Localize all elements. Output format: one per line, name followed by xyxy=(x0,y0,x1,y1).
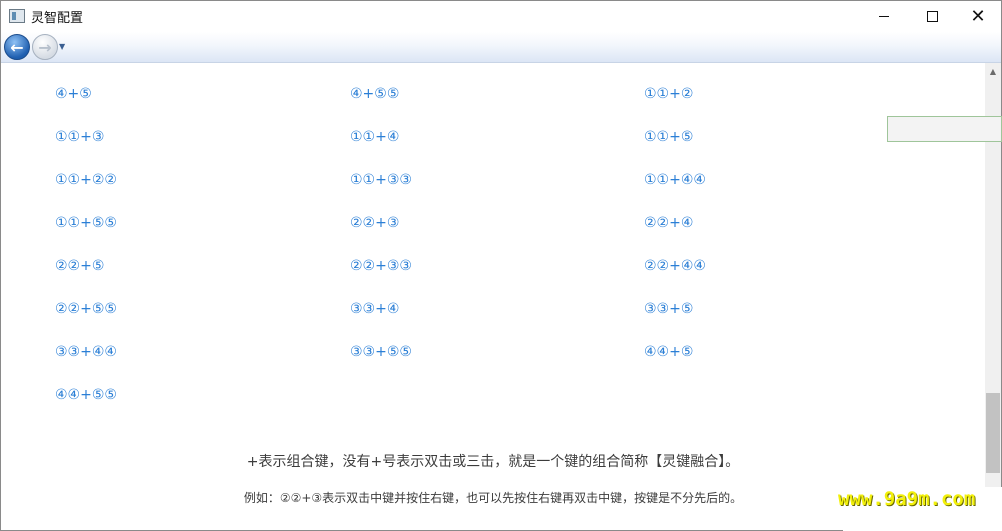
combo-link[interactable]: ①①+⑤⑤ xyxy=(55,215,117,231)
back-button[interactable]: ← xyxy=(4,34,30,60)
history-dropdown-icon[interactable]: ▼ xyxy=(59,42,65,51)
navigation-bar: ← → ▼ xyxy=(1,32,1001,63)
combo-link[interactable]: ②②+④ xyxy=(644,215,693,231)
combo-link[interactable]: ③③+⑤ xyxy=(644,301,693,317)
combo-link[interactable]: ②②+④④ xyxy=(644,258,706,274)
combo-link[interactable]: ④④+⑤⑤ xyxy=(55,387,117,403)
app-icon xyxy=(9,9,25,23)
combo-link[interactable]: ③③+④ xyxy=(350,301,399,317)
window-title: 灵智配置 xyxy=(31,11,84,26)
combo-link[interactable]: ②②+③③ xyxy=(350,258,412,274)
close-icon: ✕ xyxy=(970,5,986,27)
combo-link[interactable]: ④+⑤ xyxy=(55,86,92,102)
maximize-button[interactable] xyxy=(909,1,955,32)
forward-arrow-icon: → xyxy=(38,37,52,57)
combo-link[interactable]: ②②+⑤ xyxy=(55,258,104,274)
minimize-icon xyxy=(879,16,889,17)
combo-link[interactable]: ①①+④ xyxy=(350,129,399,145)
combo-link[interactable]: ③③+④④ xyxy=(55,344,117,360)
watermark-text: www.9a9m.com xyxy=(838,488,976,510)
combo-link[interactable]: ②②+③ xyxy=(350,215,399,231)
scroll-up-icon[interactable]: ▲ xyxy=(985,63,1001,79)
combo-explanation-text: +表示组合键，没有+号表示双击或三击，就是一个键的组合简称【灵键融合】。 xyxy=(246,454,740,470)
back-arrow-icon: ← xyxy=(10,37,24,57)
main-window: 灵智配置 ✕ ← → ▼ ④+⑤ ④+⑤⑤ ①①+② ①①+③ ①①+④ ①①+… xyxy=(0,0,1002,531)
forward-button[interactable]: → xyxy=(32,34,58,60)
combo-link[interactable]: ①①+⑤ xyxy=(644,129,693,145)
combo-link[interactable]: ③③+⑤⑤ xyxy=(350,344,412,360)
title-bar[interactable]: 灵智配置 ✕ xyxy=(1,1,1001,32)
combo-link[interactable]: ④+⑤⑤ xyxy=(350,86,399,102)
combo-link[interactable]: ①①+③ xyxy=(55,129,104,145)
combo-link[interactable]: ④④+⑤ xyxy=(644,344,693,360)
combo-link[interactable]: ①①+④④ xyxy=(644,172,706,188)
content-area: ④+⑤ ④+⑤⑤ ①①+② ①①+③ ①①+④ ①①+⑤ ①①+②② ①①+③③… xyxy=(1,63,985,530)
scroll-thumb[interactable] xyxy=(986,393,1000,473)
side-panel xyxy=(887,116,1002,142)
combo-link[interactable]: ②②+⑤⑤ xyxy=(55,301,117,317)
close-button[interactable]: ✕ xyxy=(955,1,1001,32)
combo-link[interactable]: ①①+② xyxy=(644,86,693,102)
combo-link[interactable]: ①①+②② xyxy=(55,172,117,188)
minimize-button[interactable] xyxy=(861,1,907,32)
combo-link[interactable]: ①①+③③ xyxy=(350,172,412,188)
maximize-icon xyxy=(926,11,938,22)
